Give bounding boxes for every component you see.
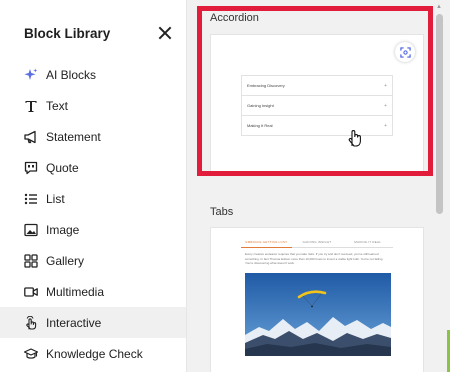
tab-item: Making it real: [342, 236, 394, 248]
scrollbar-thumb[interactable]: [436, 14, 443, 214]
megaphone-icon: [24, 130, 38, 144]
sidebar-item-knowledge-check[interactable]: Knowledge Check: [0, 338, 186, 369]
accordion-row-label: Gaining Insight: [247, 103, 274, 108]
sidebar-item-label: Interactive: [46, 315, 102, 330]
graduation-cap-icon: [24, 347, 38, 361]
sidebar-item-label: AI Blocks: [46, 67, 97, 82]
sparkle-icon: [24, 68, 38, 82]
plus-icon: +: [384, 82, 387, 89]
sidebar-title: Block Library: [24, 25, 111, 41]
accordion-row: Gaining Insight +: [242, 96, 392, 116]
plus-icon: +: [384, 102, 387, 109]
tab-item: Embrace getting lost: [241, 236, 292, 248]
sidebar-item-label: List: [46, 191, 65, 206]
tabs-bar: Embrace getting lost Gaining insight Mak…: [241, 236, 394, 248]
close-icon[interactable]: [158, 26, 172, 40]
accordion-row-label: Making It Real: [247, 123, 273, 128]
accordion-row: Making It Real +: [242, 116, 392, 136]
sidebar-item-label: Text: [46, 98, 69, 113]
sidebar-item-label: Multimedia: [46, 284, 105, 299]
video-icon: [24, 285, 38, 299]
accordion-row-label: Embracing Discovery: [247, 83, 285, 88]
sidebar-item-image[interactable]: Image: [0, 214, 186, 245]
text-icon: [24, 99, 38, 113]
sidebar-header: Block Library: [24, 23, 174, 43]
expand-icon: [399, 46, 411, 58]
accordion-row: Embracing Discovery +: [242, 76, 392, 96]
sidebar-item-gallery[interactable]: Gallery: [0, 245, 186, 276]
tabs-preview-card[interactable]: Embrace getting lost Gaining insight Mak…: [210, 227, 424, 372]
tab-body-text: Every creative endeavor requires that yo…: [245, 252, 384, 265]
block-library-sidebar: Block Library AI Blocks Text Statement Q…: [0, 0, 187, 372]
sidebar-item-text[interactable]: Text: [0, 90, 186, 121]
accordion-section-label: Accordion: [210, 12, 259, 24]
plus-icon: +: [384, 122, 387, 129]
tab-item: Gaining insight: [291, 236, 343, 248]
sidebar-item-label: Quote: [46, 160, 79, 175]
sidebar-item-interactive[interactable]: Interactive: [0, 307, 186, 338]
sidebar-item-quote[interactable]: Quote: [0, 152, 186, 183]
expand-preview-button[interactable]: [395, 42, 415, 62]
scroll-up-arrow-icon[interactable]: ▲: [436, 4, 442, 10]
accordion-list: Embracing Discovery + Gaining Insight + …: [241, 75, 393, 136]
sidebar-item-label: Statement: [46, 129, 101, 144]
hand-cursor-icon: [348, 130, 361, 147]
sidebar-item-multimedia[interactable]: Multimedia: [0, 276, 186, 307]
pointer-icon: [24, 315, 38, 330]
gallery-icon: [24, 253, 38, 268]
list-icon: [24, 192, 38, 206]
block-preview-panel: Accordion Embracing Discovery + Gaining …: [187, 0, 450, 372]
block-category-list: AI Blocks Text Statement Quote List Imag…: [0, 59, 186, 369]
paraglider-mountain-image: [245, 273, 391, 356]
sidebar-item-list[interactable]: List: [0, 183, 186, 214]
sidebar-item-label: Knowledge Check: [46, 346, 143, 361]
sidebar-item-label: Gallery: [46, 253, 85, 268]
sidebar-item-ai-blocks[interactable]: AI Blocks: [0, 59, 186, 90]
accordion-preview-card[interactable]: Embracing Discovery + Gaining Insight + …: [210, 34, 424, 174]
tabs-section-label: Tabs: [210, 206, 234, 218]
sidebar-item-label: Image: [46, 222, 80, 237]
quote-icon: [24, 161, 38, 175]
sidebar-item-statement[interactable]: Statement: [0, 121, 186, 152]
image-icon: [24, 223, 38, 237]
